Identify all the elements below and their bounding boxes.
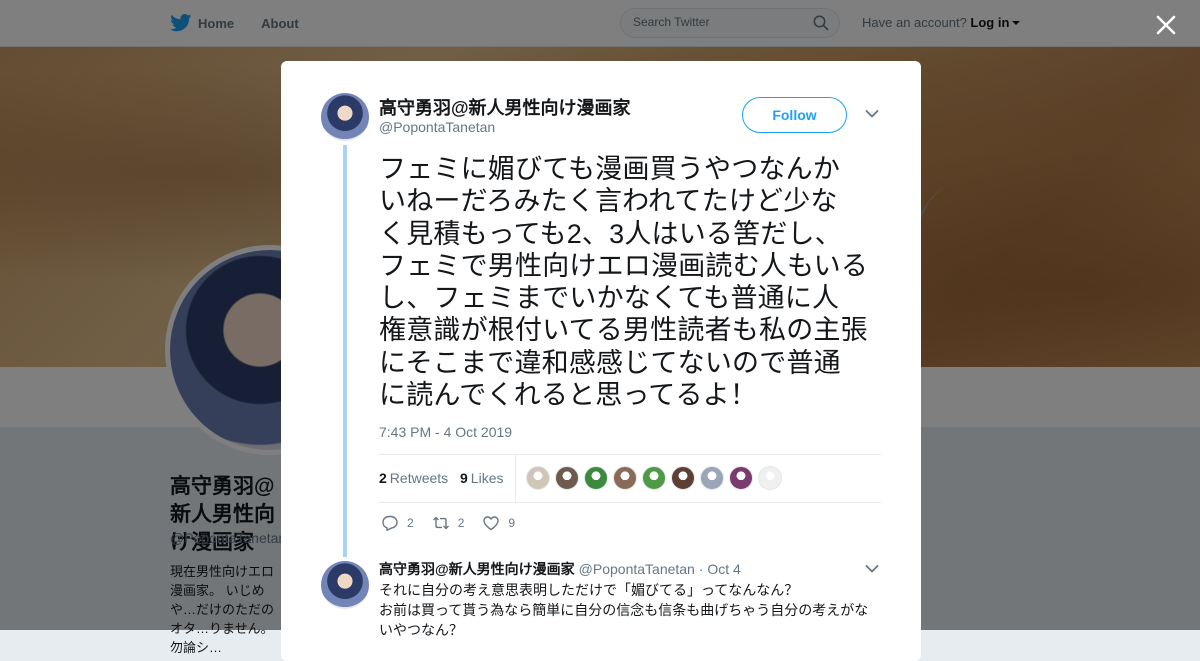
reply-count: 2	[407, 516, 414, 530]
tweet-actions: 2 2 9	[381, 514, 533, 532]
liker-avatar[interactable]	[729, 466, 753, 490]
heart-icon	[483, 516, 500, 531]
reply-icon	[382, 515, 398, 531]
reply-author-handle[interactable]: @PopontaTanetan	[579, 561, 695, 577]
chevron-down-icon[interactable]	[865, 564, 879, 574]
reply-button[interactable]: 2	[381, 514, 414, 532]
chevron-down-icon[interactable]	[865, 109, 879, 119]
likes-count: 9	[460, 470, 468, 486]
liker-avatar[interactable]	[613, 466, 637, 490]
reply-author-avatar[interactable]	[321, 561, 369, 609]
liker-avatar[interactable]	[555, 466, 579, 490]
tweet-text: フェミに媚びても漫画買うやつなんか いねーだろみたく言われてたけど少な く見積も…	[379, 154, 869, 411]
thread-line	[343, 145, 347, 557]
likes-stat[interactable]: 9 Likes	[460, 470, 503, 486]
reply-date[interactable]: Oct 4	[707, 561, 740, 577]
reply-text: それに自分の考え意思表明しただけで「媚びてる」ってなんなん？ お前は買って貰う為…	[379, 582, 869, 638]
liker-avatar[interactable]	[526, 466, 550, 490]
likes-label: Likes	[470, 470, 504, 486]
tweet-modal: 高守勇羽@新人男性向け漫画家 @PopontaTanetan Follow フェ…	[281, 61, 921, 661]
liker-avatar[interactable]	[671, 466, 695, 490]
liker-avatar[interactable]	[642, 466, 666, 490]
tweet-author-handle[interactable]: @PopontaTanetan	[379, 119, 495, 135]
like-button[interactable]: 9	[482, 514, 515, 532]
liker-avatar[interactable]	[700, 466, 724, 490]
retweet-count: 2	[457, 516, 465, 530]
tweet-stats: 2 Retweets 9 Likes	[379, 454, 881, 503]
reply-separator: ·	[698, 561, 704, 577]
retweets-stat[interactable]: 2 Retweets	[379, 470, 448, 486]
like-count: 9	[508, 516, 516, 530]
tweet-author-name[interactable]: 高守勇羽@新人男性向け漫画家	[379, 94, 631, 120]
reply-header: 高守勇羽@新人男性向け漫画家 @PopontaTanetan · Oct 4	[379, 559, 741, 579]
stats-divider	[515, 455, 516, 502]
retweets-label: Retweets	[389, 470, 449, 486]
close-icon[interactable]	[1154, 13, 1178, 37]
follow-button[interactable]: Follow	[742, 97, 847, 133]
retweets-count: 2	[379, 470, 387, 486]
tweet-timestamp[interactable]: 7:43 PM - 4 Oct 2019	[379, 424, 512, 440]
retweet-icon	[432, 516, 449, 530]
liker-avatar[interactable]	[584, 466, 608, 490]
liker-avatar[interactable]	[758, 466, 782, 490]
retweet-button[interactable]: 2	[432, 514, 465, 532]
reply-author-name[interactable]: 高守勇羽@新人男性向け漫画家	[379, 561, 575, 577]
liker-avatars	[526, 466, 787, 490]
tweet-author-avatar[interactable]	[321, 93, 369, 141]
